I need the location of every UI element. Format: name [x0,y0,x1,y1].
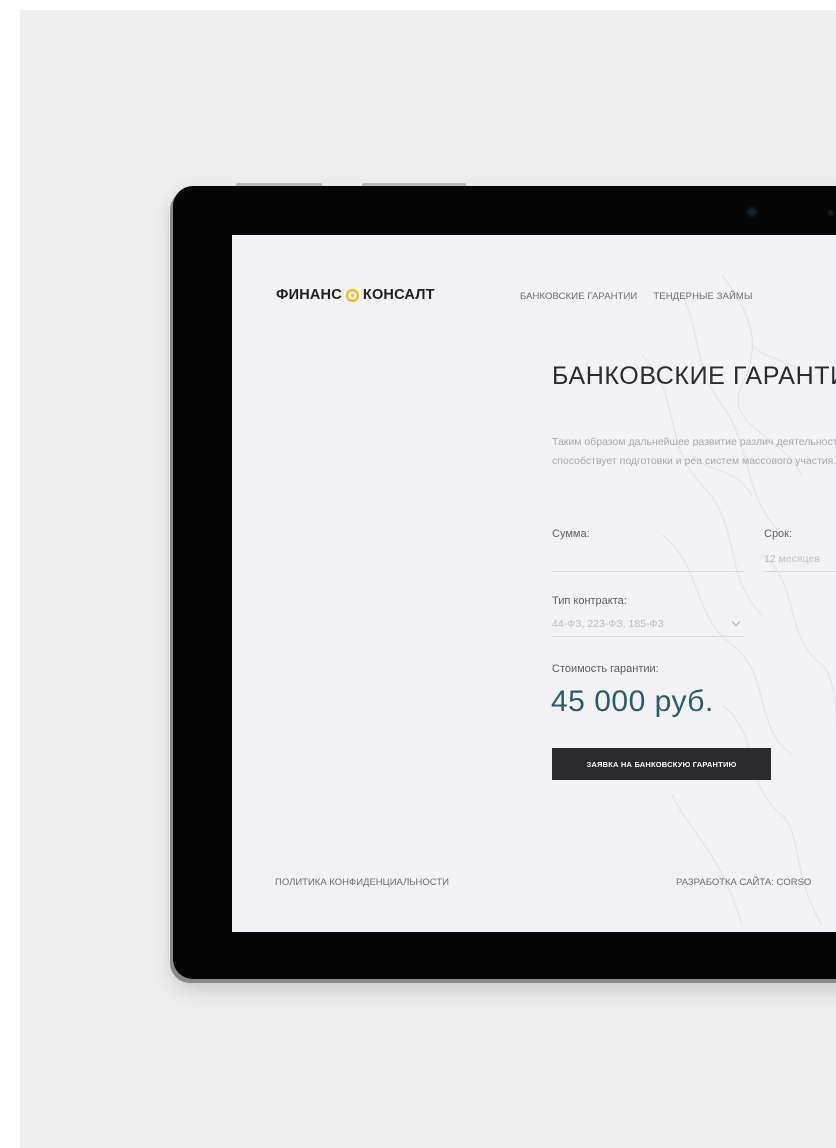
privacy-policy-link[interactable]: ПОЛИТИКА КОНФИДЕНЦИАЛЬНОСТИ [275,877,449,888]
logo-circle-icon [345,288,359,302]
apply-guarantee-button[interactable]: ЗАЯВКА НА БАНКОВСКУЮ ГАРАНТИЮ [552,748,771,780]
camera-icon [746,206,758,218]
logo-text-part1: ФИНАНС [276,287,342,303]
sensor-icon [828,210,834,216]
cost-value: 45 000 руб. [551,685,714,718]
developer-credit[interactable]: РАЗРАБОТКА САЙТА: CORSO [676,877,811,888]
term-label: Срок: [764,528,793,540]
website-screen: ФИНАНС КОНСАЛТ БАНКОВСКИЕ ГАРАНТИИ ТЕНДЕ… [232,235,836,932]
logo-text-part2: КОНСАЛТ [362,287,435,303]
page-description: Таким образом дальнейшее развитие различ… [552,436,836,467]
ornament-illustration [641,274,836,926]
site-logo[interactable]: ФИНАНС КОНСАЛТ [276,287,435,303]
nav-item-tender-loans[interactable]: ТЕНДЕРНЫЕ ЗАЙМЫ [653,291,752,302]
cost-label: Стоимость гарантии: [552,663,659,675]
main-nav: БАНКОВСКИЕ ГАРАНТИИ ТЕНДЕРНЫЕ ЗАЙМЫ [520,291,752,302]
contract-type-select[interactable]: 44-ФЗ, 223-ФЗ, 185-ФЗ [552,618,664,630]
sum-label: Сумма: [552,528,590,540]
contract-type-label: Тип контракта: [552,595,627,607]
term-select[interactable]: 12 месяцев [764,553,820,565]
nav-item-bank-guarantees[interactable]: БАНКОВСКИЕ ГАРАНТИИ [520,291,637,302]
sum-input-underline [552,571,744,572]
term-select-underline [764,571,836,572]
page-title: БАНКОВСКИЕ ГАРАНТИ [552,362,836,390]
contract-type-underline [552,636,744,637]
